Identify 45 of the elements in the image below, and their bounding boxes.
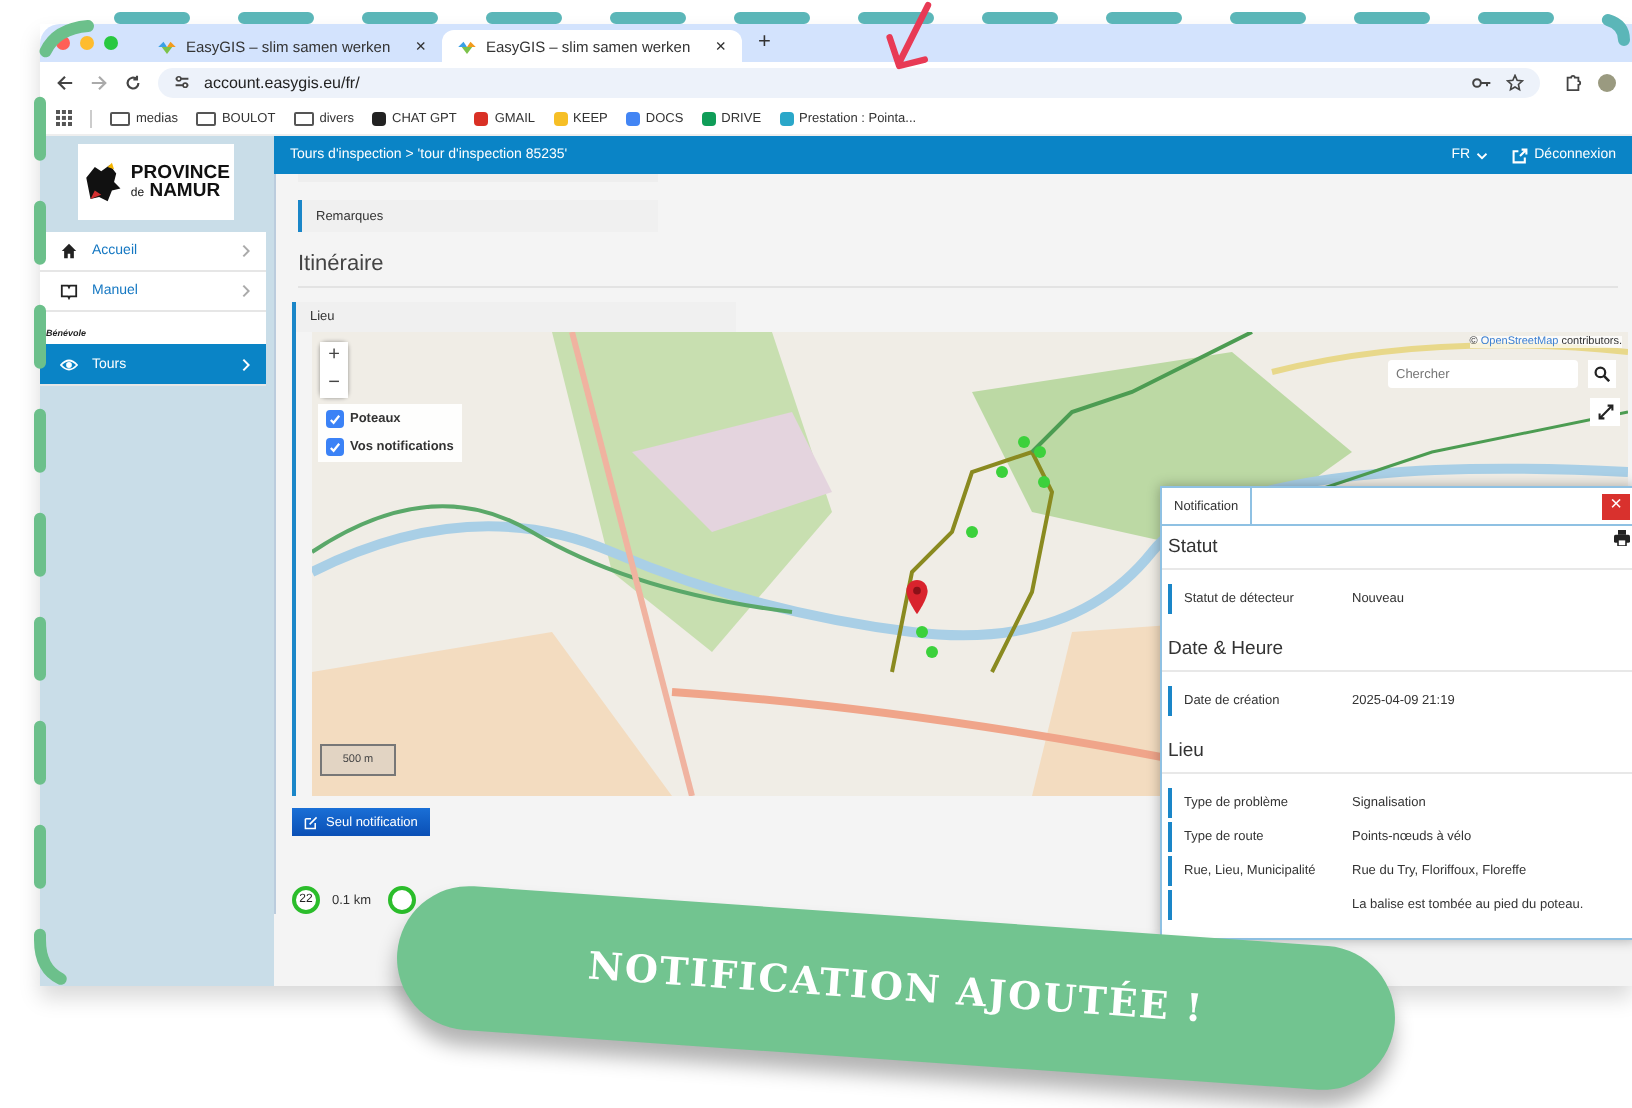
chevron-icon xyxy=(242,244,250,258)
section-heading: Date & Heure xyxy=(1162,628,1632,672)
location-pin-icon[interactable] xyxy=(906,580,928,614)
key-icon[interactable] xyxy=(1472,75,1492,89)
zoom-out-button[interactable]: − xyxy=(320,370,348,398)
book-icon xyxy=(60,282,78,300)
edit-icon xyxy=(304,815,318,829)
fullscreen-button[interactable] xyxy=(1590,398,1620,426)
back-icon[interactable] xyxy=(56,73,74,91)
chevron-icon xyxy=(242,357,250,371)
search-icon[interactable] xyxy=(1588,360,1616,388)
house-icon xyxy=(60,242,78,260)
close-tab-icon[interactable]: × xyxy=(715,36,726,56)
favicon-icon xyxy=(458,39,476,53)
section-heading: Itinéraire xyxy=(298,252,1618,288)
new-tab-button[interactable]: + xyxy=(758,29,771,53)
node-circle-icon xyxy=(387,886,416,914)
folder-icon xyxy=(195,111,216,125)
expand-icon xyxy=(1597,404,1613,420)
caret-icon xyxy=(1476,151,1489,159)
checkbox[interactable] xyxy=(326,410,344,428)
address-bar[interactable]: account.easygis.eu/fr/ xyxy=(158,67,1540,97)
printer-icon[interactable] xyxy=(1614,530,1630,546)
banner-text: NOTIFICATION AJOUTÉE ! xyxy=(586,944,1206,1032)
favicon-icon xyxy=(158,39,176,53)
section-heading: Statut xyxy=(1162,526,1632,570)
close-button[interactable]: × xyxy=(1602,493,1630,519)
puzzle-icon[interactable] xyxy=(1564,73,1582,91)
profile-avatar[interactable] xyxy=(1598,73,1616,91)
logout-icon xyxy=(1512,147,1529,163)
star-icon[interactable] xyxy=(1506,73,1524,91)
logo-text: NAMUR xyxy=(149,180,221,202)
section-heading: Lieu xyxy=(1162,730,1632,774)
close-tab-icon[interactable]: × xyxy=(415,36,426,56)
eye-icon xyxy=(60,355,78,373)
site-settings-icon[interactable] xyxy=(174,74,190,90)
checkbox[interactable] xyxy=(326,438,344,456)
zoom-in-button[interactable]: + xyxy=(320,342,348,370)
logo-text: PROVINCE xyxy=(130,163,230,182)
reload-icon[interactable] xyxy=(124,73,142,91)
apps-grid-icon[interactable] xyxy=(56,110,72,126)
folder-icon xyxy=(293,111,314,125)
boar-emblem-icon xyxy=(82,160,125,204)
chevron-icon xyxy=(242,284,250,298)
folder-icon xyxy=(110,111,130,125)
